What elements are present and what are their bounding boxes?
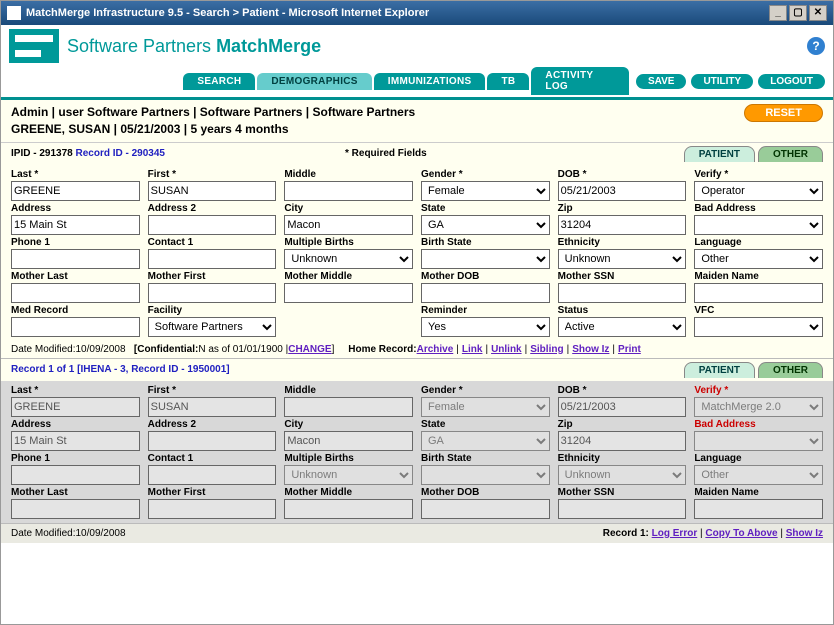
- gender-select[interactable]: Female: [421, 181, 550, 201]
- facility-select[interactable]: Software Partners: [148, 317, 277, 337]
- archive-link[interactable]: Archive: [417, 344, 454, 355]
- gender-select-ro: Female: [421, 397, 550, 417]
- mmiddle-input[interactable]: [284, 283, 413, 303]
- ethnicity-select[interactable]: Unknown: [558, 249, 687, 269]
- zip-input-ro: [558, 431, 687, 451]
- tab-search[interactable]: SEARCH: [183, 73, 255, 90]
- subtab-other-2[interactable]: OTHER: [758, 362, 823, 378]
- utility-button[interactable]: UTILITY: [691, 74, 753, 89]
- save-button[interactable]: SAVE: [636, 74, 687, 89]
- tab-activity-log[interactable]: ACTIVITY LOG: [531, 67, 629, 95]
- subtab-other[interactable]: OTHER: [758, 146, 823, 162]
- mbirths-select-ro: Unknown: [284, 465, 413, 485]
- badaddr-select[interactable]: [694, 215, 823, 235]
- phone1-input-ro: [11, 465, 140, 485]
- dob-input[interactable]: [558, 181, 687, 201]
- logo-icon: [9, 29, 59, 63]
- language-select[interactable]: Other: [694, 249, 823, 269]
- address2-input[interactable]: [148, 215, 277, 235]
- last-input[interactable]: [11, 181, 140, 201]
- help-icon[interactable]: ?: [807, 37, 825, 55]
- reset-button[interactable]: RESET: [744, 104, 823, 122]
- mfirst-input-ro: [148, 499, 277, 519]
- tab-immunizations[interactable]: IMMUNIZATIONS: [374, 73, 486, 90]
- context-line2: GREENE, SUSAN | 05/21/2003 | 5 years 4 m…: [11, 121, 415, 138]
- sibling-link[interactable]: Sibling: [530, 344, 563, 355]
- badaddr-select-ro: [694, 431, 823, 451]
- mlast-input[interactable]: [11, 283, 140, 303]
- logo-text: Software Partners MatchMerge: [67, 36, 321, 57]
- verify-select-ro: MatchMerge 2.0: [694, 397, 823, 417]
- address-input[interactable]: [11, 215, 140, 235]
- showiz-link-2[interactable]: Show Iz: [786, 528, 823, 539]
- verify-select[interactable]: Operator: [694, 181, 823, 201]
- city-input[interactable]: [284, 215, 413, 235]
- brand-header: Software Partners MatchMerge ?: [1, 25, 833, 67]
- reminder-select[interactable]: Yes: [421, 317, 550, 337]
- main-nav: SEARCH DEMOGRAPHICS IMMUNIZATIONS TB ACT…: [1, 67, 833, 100]
- middle-input-ro: [284, 397, 413, 417]
- mmiddle-input-ro: [284, 499, 413, 519]
- window-title: MatchMerge Infrastructure 9.5 - Search >…: [26, 7, 429, 19]
- patient-form-top: Last * First * Middle Gender *Female DOB…: [1, 165, 833, 341]
- logout-button[interactable]: LOGOUT: [758, 74, 825, 89]
- record-header: Record 1 of 1 [IHENA - 3, Record ID - 19…: [1, 359, 833, 381]
- address-input-ro: [11, 431, 140, 451]
- phone1-input[interactable]: [11, 249, 140, 269]
- zip-input[interactable]: [558, 215, 687, 235]
- language-select-ro: Other: [694, 465, 823, 485]
- required-note: * Required Fields: [345, 148, 427, 159]
- window-controls: _ ▢ ✕: [769, 5, 827, 21]
- maiden-input-ro: [694, 499, 823, 519]
- app-icon: [7, 6, 21, 20]
- bstate-select-ro: [421, 465, 550, 485]
- middle-input[interactable]: [284, 181, 413, 201]
- logerror-link[interactable]: Log Error: [652, 528, 698, 539]
- contact1-input[interactable]: [148, 249, 277, 269]
- link-row-1: Date Modified: 10/09/2008 [Confidential:…: [1, 341, 833, 359]
- contact1-input-ro: [148, 465, 277, 485]
- first-input[interactable]: [148, 181, 277, 201]
- tab-demographics[interactable]: DEMOGRAPHICS: [257, 73, 371, 90]
- ethnicity-select-ro: Unknown: [558, 465, 687, 485]
- showiz-link[interactable]: Show Iz: [572, 344, 609, 355]
- context-line1: Admin | user Software Partners | Softwar…: [11, 104, 415, 121]
- status-select[interactable]: Active: [558, 317, 687, 337]
- maiden-input[interactable]: [694, 283, 823, 303]
- print-link[interactable]: Print: [618, 344, 641, 355]
- context-bar: Admin | user Software Partners | Softwar…: [1, 100, 833, 143]
- link-link[interactable]: Link: [462, 344, 483, 355]
- mdob-input-ro: [421, 499, 550, 519]
- minimize-button[interactable]: _: [769, 5, 787, 21]
- mbirths-select[interactable]: Unknown: [284, 249, 413, 269]
- mfirst-input[interactable]: [148, 283, 277, 303]
- vfc-select[interactable]: [694, 317, 823, 337]
- subtab-patient[interactable]: PATIENT: [684, 146, 755, 162]
- bstate-select[interactable]: [421, 249, 550, 269]
- patient-form-bottom: Last * First * Middle Gender *Female DOB…: [1, 381, 833, 523]
- first-input-ro: [148, 397, 277, 417]
- close-button[interactable]: ✕: [809, 5, 827, 21]
- state-select-ro: GA: [421, 431, 550, 451]
- copyabove-link[interactable]: Copy To Above: [705, 528, 777, 539]
- subtab-patient-2[interactable]: PATIENT: [684, 362, 755, 378]
- id-row: IPID - 291378 Record ID - 290345 * Requi…: [1, 143, 833, 165]
- mlast-input-ro: [11, 499, 140, 519]
- app-window: MatchMerge Infrastructure 9.5 - Search >…: [0, 0, 834, 625]
- mssn-input[interactable]: [558, 283, 687, 303]
- dob-input-ro: [558, 397, 687, 417]
- mdob-input[interactable]: [421, 283, 550, 303]
- medrec-input[interactable]: [11, 317, 140, 337]
- state-select[interactable]: GA: [421, 215, 550, 235]
- address2-input-ro: [148, 431, 277, 451]
- last-input-ro: [11, 397, 140, 417]
- change-link[interactable]: CHANGE: [288, 344, 331, 355]
- unlink-link[interactable]: Unlink: [491, 344, 522, 355]
- tab-tb[interactable]: TB: [487, 73, 529, 90]
- footer-links: Date Modified: 10/09/2008 Record 1: Log …: [1, 523, 833, 543]
- titlebar: MatchMerge Infrastructure 9.5 - Search >…: [1, 1, 833, 25]
- city-input-ro: [284, 431, 413, 451]
- mssn-input-ro: [558, 499, 687, 519]
- maximize-button[interactable]: ▢: [789, 5, 807, 21]
